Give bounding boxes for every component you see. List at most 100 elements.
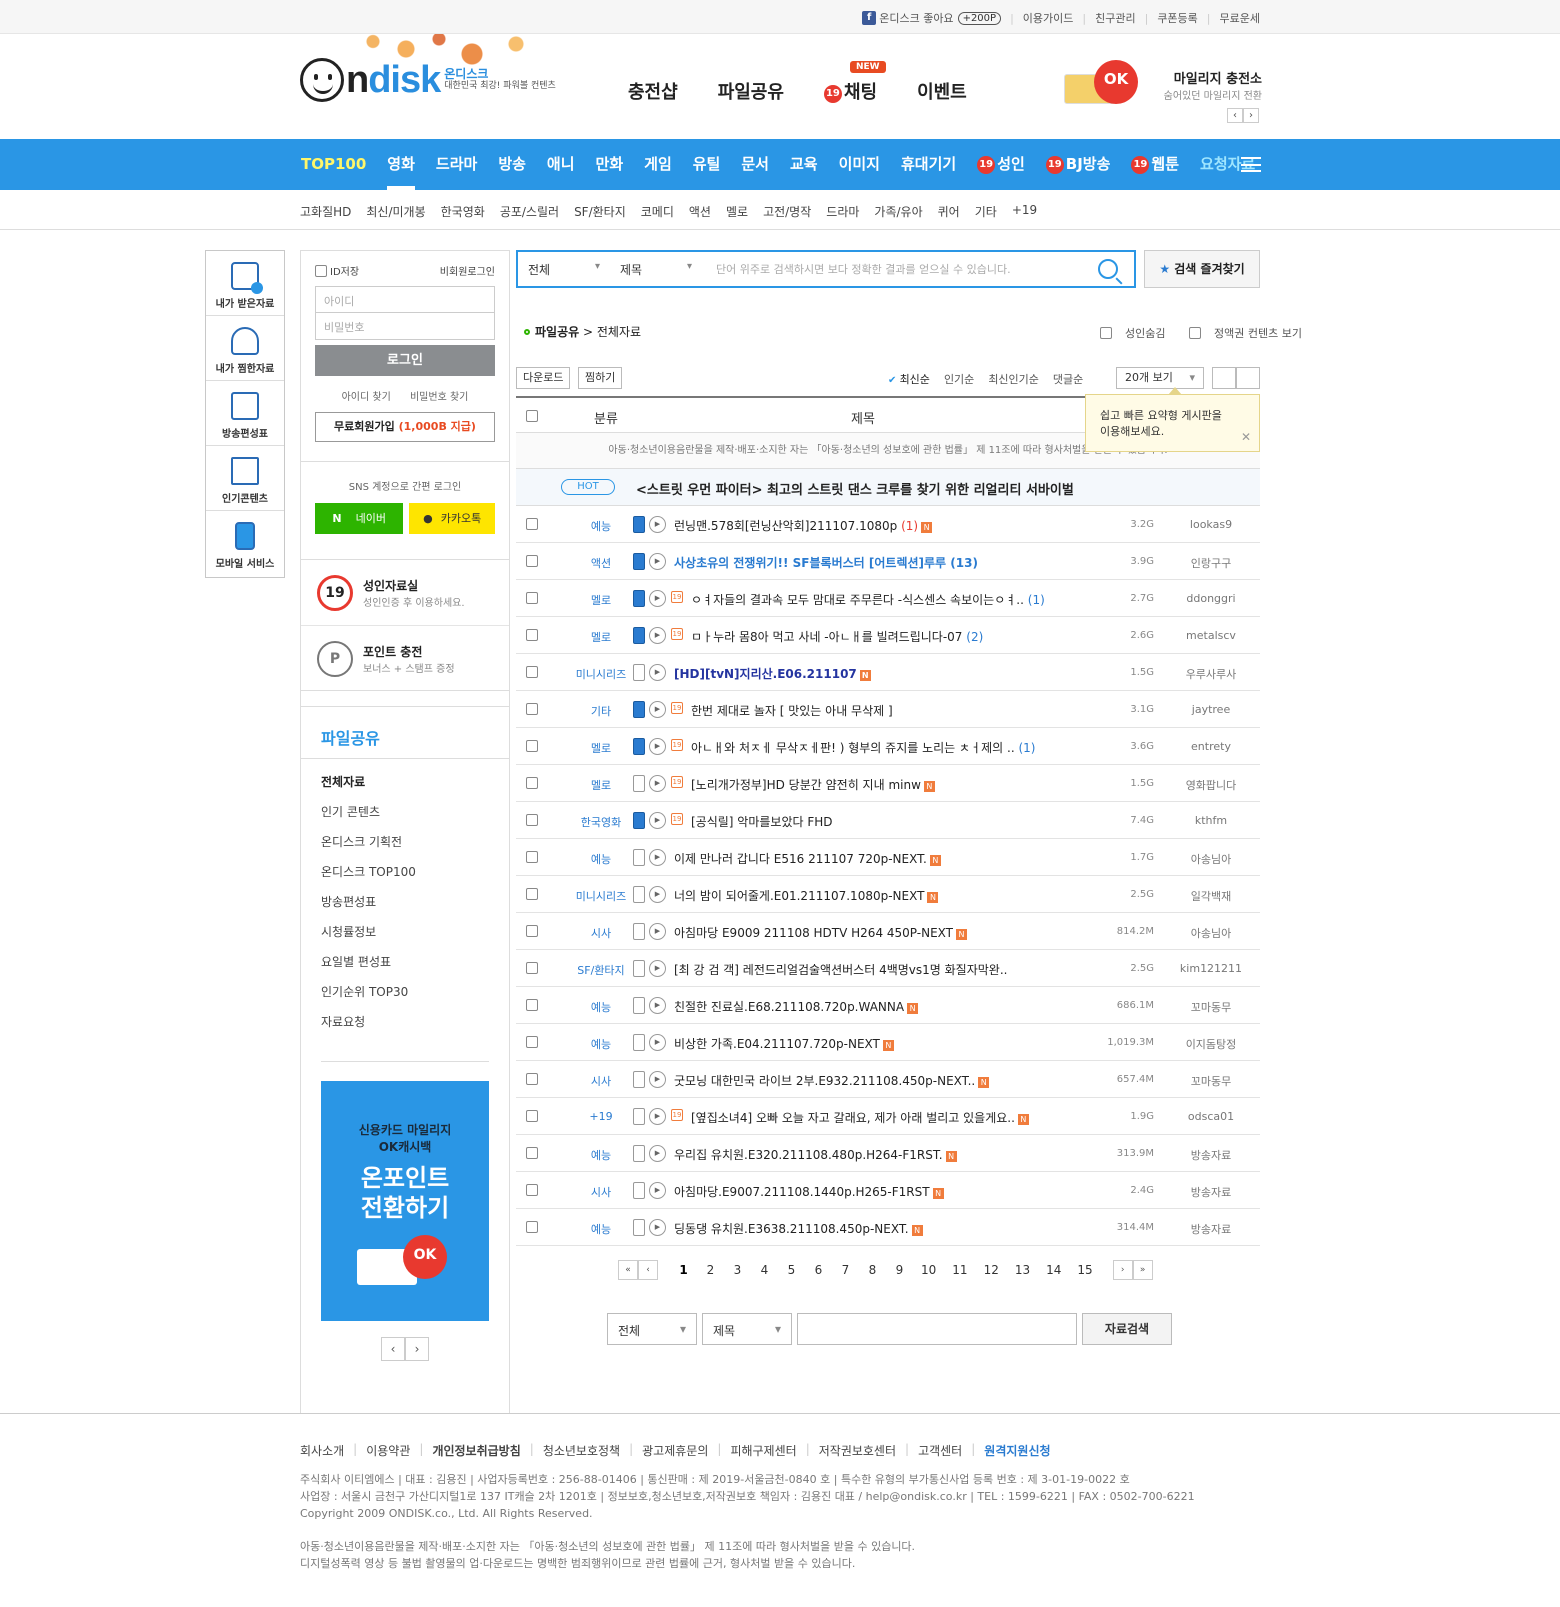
table-row[interactable]: 멜로 ▶ 19 아ㄴㅐ와 처ㅈㅔ 무삭ㅈㅔ판! ) 형부의 쥬지를 노리는 ㅊㅓ제의 … [516,728,1260,765]
row-checkbox[interactable] [526,1147,538,1159]
row-checkbox[interactable] [526,777,538,789]
nav-event[interactable]: 이벤트 [917,78,967,104]
subcat-item[interactable]: 최신/미개봉 [366,203,425,220]
subcat-item[interactable]: +19 [1012,203,1037,220]
hot-row[interactable]: HOT <스트릿 우먼 파이터> 최고의 스트릿 댄스 크루를 찾기 위한 리얼… [516,469,1260,506]
row-title[interactable]: 너의 밤이 되어줄게.E01.211107.1080p-NEXT N [674,887,939,904]
nav-charge-shop[interactable]: 충전샵 [628,78,678,104]
banner-prev-button[interactable]: ‹ [1227,108,1243,123]
cat-game[interactable]: 게임 [644,139,672,190]
password-input[interactable]: 비밀번호 [315,313,495,340]
row-checkbox[interactable] [526,999,538,1011]
menu-popular[interactable]: 인기 콘텐츠 [321,805,489,835]
subcat-item[interactable]: 기타 [975,203,997,220]
close-icon[interactable]: ✕ [1241,429,1251,445]
play-icon[interactable]: ▶ [649,701,666,718]
play-icon[interactable]: ▶ [649,1034,666,1051]
play-icon[interactable]: ▶ [649,886,666,903]
search-input[interactable]: 단어 위주로 검색하시면 보다 정확한 결과를 얻으실 수 있습니다. [702,261,1098,277]
point-charge-link[interactable]: P 포인트 충전 보너스 + 스탬프 증정 [301,626,509,692]
row-title[interactable]: 한번 제대로 놀자 [ 맛있는 아내 무삭제 ] [691,702,893,719]
row-checkbox[interactable] [526,1184,538,1196]
table-row[interactable]: 멜로 ▶ 19 ㅁㅏ누라 몸8아 먹고 사네 -아ㄴㅐ를 빌려드립니다-07 (2) 2… [516,617,1260,654]
row-title[interactable]: 아침마당.E9007.211108.1440p.H265-F1RST N [674,1183,944,1200]
uploader[interactable]: 꼬마동무 [1166,1073,1256,1089]
table-row[interactable]: 예능 ▶ 딩동댕 유치원.E3638.211108.450p-NEXT. N 314.4… [516,1209,1260,1246]
banner-next-button[interactable]: › [405,1337,429,1361]
summary-view-icon[interactable] [1236,367,1260,389]
row-checkbox[interactable] [526,703,538,715]
page-number[interactable]: 13 [1015,1263,1030,1277]
prev-page-button[interactable]: ‹ [638,1260,658,1280]
table-row[interactable]: 시사 ▶ 아침마당 E9009 211108 HDTV H264 450P-NEXT… [516,913,1260,950]
sort-latest-popular[interactable]: 최신인기순 [988,371,1039,387]
uploader[interactable]: jaytree [1166,703,1256,716]
play-icon[interactable]: ▶ [649,960,666,977]
page-number[interactable]: 9 [894,1263,905,1277]
cat-util[interactable]: 유틸 [693,139,721,190]
search-favorite-button[interactable]: ★ 검색 즐겨찾기 [1144,250,1260,288]
row-title[interactable]: [최 강 검 객] 레전드리얼검술액션버스터 4백명vs1명 화질자막완.. [674,961,1007,978]
quick-mobile[interactable]: 모바일 서비스 [206,511,284,576]
play-icon[interactable]: ▶ [649,997,666,1014]
cat-edu[interactable]: 교육 [790,139,818,190]
row-checkbox[interactable] [526,666,538,678]
cat-webtoon[interactable]: 19 웹툰 [1131,139,1179,190]
row-title[interactable]: 우리집 유치원.E320.211108.480p.H264-F1RST. N [674,1146,957,1163]
table-row[interactable]: 미니시리즈 ▶ 너의 밤이 되어줄게.E01.211107.1080p-NEXT N 2… [516,876,1260,913]
row-title[interactable]: 친절한 진료실.E68.211108.720p.WANNA N [674,998,919,1015]
subcat-item[interactable]: 공포/스릴러 [500,203,559,220]
site-logo[interactable]: ndisk 온디스크 대한민국 최강! 파워볼 컨텐츠 [300,58,556,102]
subcat-item[interactable]: 멜로 [726,203,748,220]
nav-file-share[interactable]: 파일공유 [718,78,784,104]
find-password-link[interactable]: 비밀번호 찾기 [410,392,468,403]
cat-bj[interactable]: 19 BJ방송 [1045,139,1110,190]
page-number[interactable]: 5 [786,1263,797,1277]
hamburger-menu-icon[interactable] [1241,157,1261,172]
uploader[interactable]: ddonggri [1166,592,1256,605]
row-title[interactable]: 딩동댕 유치원.E3638.211108.450p-NEXT. N [674,1220,923,1237]
facebook-like-link[interactable]: 온디스크 좋아요 [879,10,953,26]
first-page-button[interactable]: « [618,1260,638,1280]
quick-received[interactable]: 내가 받은자료 [206,251,284,316]
row-checkbox[interactable] [526,814,538,826]
table-row[interactable]: 멜로 ▶ 19 [노리개가정부]HD 당분간 얌전히 지내 minw N 1.5G 영화팝니… [516,765,1260,802]
guest-login-link[interactable]: 비회원로그인 [440,263,495,278]
uploader[interactable]: 아송님아 [1166,925,1256,941]
subcat-item[interactable]: SF/환타지 [574,203,626,220]
uploader[interactable]: odsca01 [1166,1110,1256,1123]
menu-top100[interactable]: 온디스크 TOP100 [321,865,489,895]
table-row[interactable]: 예능 ▶ 친절한 진료실.E68.211108.720p.WANNA N 686.1M 꼬… [516,987,1260,1024]
uploader[interactable]: 일각백재 [1166,888,1256,904]
page-number[interactable]: 11 [952,1263,967,1277]
banner-next-button[interactable]: › [1243,108,1259,123]
play-icon[interactable]: ▶ [649,590,666,607]
table-row[interactable]: 시사 ▶ 아침마당.E9007.211108.1440p.H265-F1RST N 2.… [516,1172,1260,1209]
row-checkbox[interactable] [526,1221,538,1233]
subcat-item[interactable]: 한국영화 [441,203,485,220]
uploader[interactable]: 우루사루사 [1166,666,1256,682]
bottom-search-button[interactable]: 자료검색 [1082,1313,1172,1345]
footer-link[interactable]: 원격지원신청 [984,1442,1050,1459]
fortune-link[interactable]: 무료운세 [1220,10,1260,26]
play-icon[interactable]: ▶ [649,1219,666,1236]
cat-drama[interactable]: 드라마 [436,139,477,190]
licensed-checkbox[interactable]: 정액권 컨텐츠 보기 [1179,327,1302,340]
page-number[interactable]: 3 [732,1263,743,1277]
footer-link[interactable]: 청소년보호정책 [543,1442,620,1459]
play-icon[interactable]: ▶ [649,1145,666,1162]
sort-latest[interactable]: 최신순 [888,371,930,387]
row-checkbox[interactable] [526,925,538,937]
sort-comments[interactable]: 댓글순 [1053,371,1083,387]
table-row[interactable]: 예능 ▶ 비상한 가족.E04.211107.720p-NEXT N 1,019.3M 이… [516,1024,1260,1061]
subcat-item[interactable]: 가족/유아 [874,203,922,220]
quick-popular[interactable]: 인기콘텐츠 [206,446,284,511]
naver-login-button[interactable]: N 네이버 [315,503,404,534]
cat-broadcast[interactable]: 방송 [498,139,526,190]
row-title[interactable]: 아침마당 E9009 211108 HDTV H264 450P-NEXT N [674,924,967,941]
uploader[interactable]: 꼬마동무 [1166,999,1256,1015]
play-icon[interactable]: ▶ [649,812,666,829]
uploader[interactable]: entrety [1166,740,1256,753]
page-number[interactable]: 10 [921,1263,936,1277]
row-title[interactable]: [공식릴] 악마를보았다 FHD [691,813,833,830]
